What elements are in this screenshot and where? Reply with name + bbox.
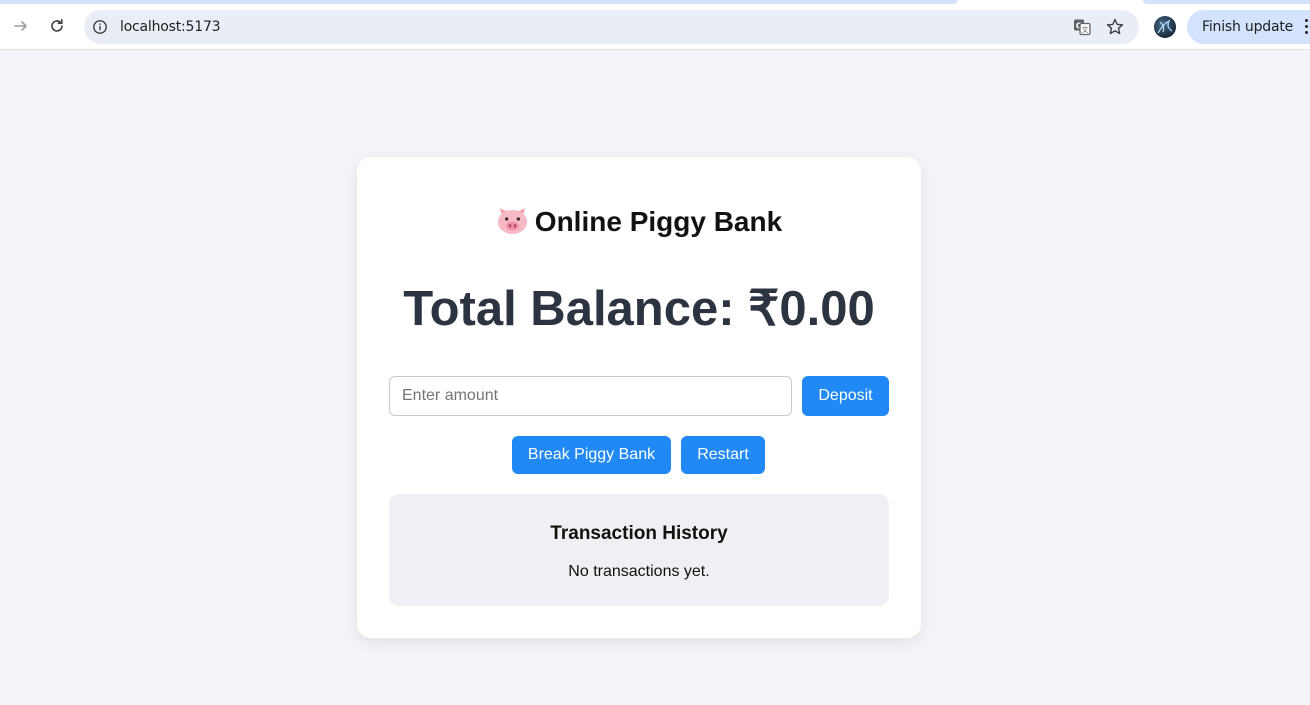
finish-update-label: Finish update	[1202, 19, 1294, 35]
transaction-history-panel: Transaction History No transactions yet.	[389, 494, 889, 606]
amount-input[interactable]	[389, 376, 792, 416]
total-balance: Total Balance: ₹0.00	[403, 282, 875, 336]
kebab-menu-icon[interactable]	[1305, 19, 1309, 35]
avatar-image-icon	[1157, 19, 1173, 34]
piggy-bank-card: Online Piggy Bank Total Balance: ₹0.00 D…	[357, 157, 921, 638]
url-text[interactable]: localhost:5173	[120, 19, 221, 35]
restart-button[interactable]: Restart	[681, 436, 765, 474]
forward-icon	[14, 21, 27, 31]
forward-button[interactable]	[6, 11, 36, 41]
translate-icon[interactable]: G 文	[1072, 17, 1092, 37]
reload-icon	[51, 19, 63, 32]
deposit-button[interactable]: Deposit	[802, 376, 889, 416]
app-title-text: Online Piggy Bank	[534, 206, 783, 237]
transaction-history-title: Transaction History	[550, 523, 728, 544]
star-icon[interactable]	[1105, 17, 1125, 37]
transaction-history-empty-message: No transactions yet.	[568, 563, 710, 580]
info-icon[interactable]	[92, 19, 108, 35]
address-bar[interactable]: localhost:5173 G 文	[84, 10, 1139, 44]
svg-text:文: 文	[1082, 25, 1089, 34]
browser-toolbar: localhost:5173 G 文 Finish update	[0, 4, 1310, 50]
profile-avatar[interactable]	[1154, 16, 1176, 38]
reload-button[interactable]	[42, 11, 72, 41]
app-title: Online Piggy Bank	[357, 206, 921, 238]
finish-update-button[interactable]: Finish update	[1187, 10, 1310, 44]
break-piggy-bank-button[interactable]: Break Piggy Bank	[512, 436, 671, 474]
pig-icon	[497, 208, 527, 235]
